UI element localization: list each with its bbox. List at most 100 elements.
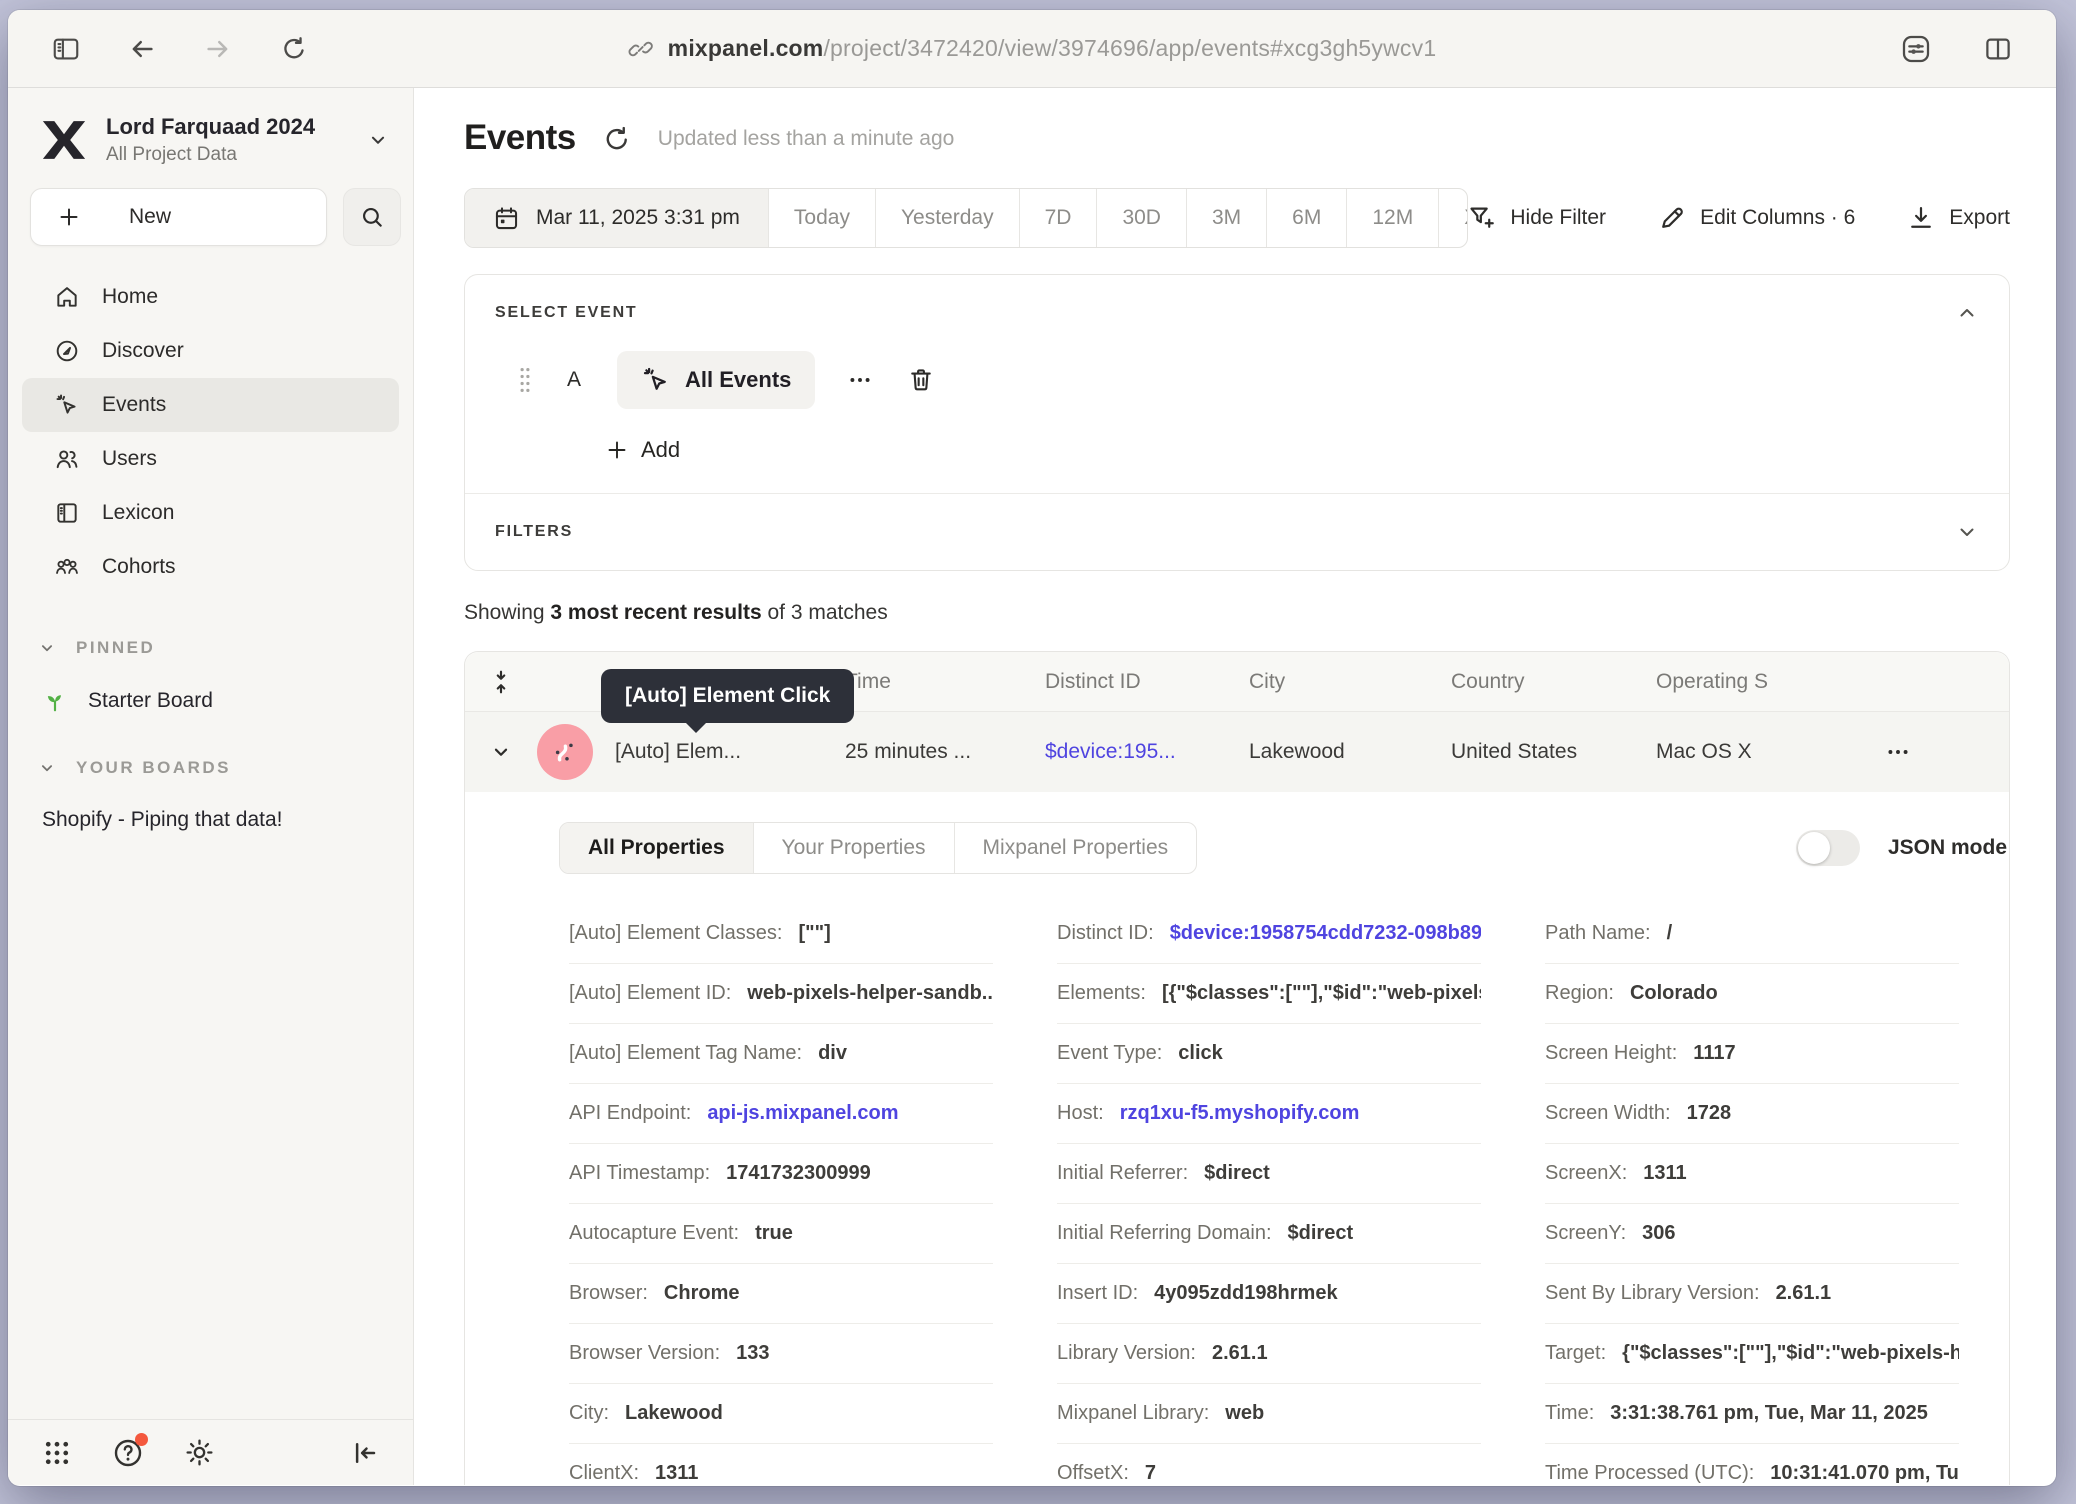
property-value: 1311 <box>1643 1162 1686 1185</box>
new-button[interactable]: New <box>30 188 327 246</box>
apps-grid-icon[interactable] <box>42 1438 72 1468</box>
drag-handle-icon[interactable] <box>517 365 533 395</box>
row-menu-icon[interactable] <box>1885 739 2009 765</box>
column-header-city[interactable]: City <box>1249 670 1451 694</box>
pinned-section-header[interactable]: PINNED <box>38 638 399 658</box>
clause-letter: A <box>567 368 581 392</box>
settings-gear-icon[interactable] <box>184 1437 215 1468</box>
edit-columns-button[interactable]: Edit Columns · 6 <box>1658 204 1855 232</box>
property-row: Time Processed (UTC):10:31:41.070 pm, Tu… <box>1545 1444 1959 1485</box>
board-item[interactable]: Shopify - Piping that data! <box>42 808 399 832</box>
property-label: [Auto] Element Classes: <box>569 922 782 945</box>
property-value-link[interactable]: api-js.mixpanel.com <box>707 1102 898 1125</box>
event-tooltip: [Auto] Element Click <box>601 669 854 723</box>
chevron-down-icon[interactable] <box>490 741 512 763</box>
sidebar-item-home[interactable]: Home <box>22 270 399 324</box>
filters-header: FILTERS <box>495 523 573 541</box>
tab-all-properties[interactable]: All Properties <box>560 823 753 873</box>
sidebar-item-label: Home <box>102 285 158 309</box>
reload-button[interactable] <box>272 27 316 71</box>
sidebar-item-users[interactable]: Users <box>22 432 399 486</box>
range-label: 30D <box>1122 206 1161 230</box>
browser-sidebar-toggle-icon[interactable] <box>44 27 88 71</box>
more-options-icon[interactable] <box>847 367 873 393</box>
sidebar-item-events[interactable]: Events <box>22 378 399 432</box>
property-value: Chrome <box>664 1282 740 1305</box>
help-icon[interactable] <box>112 1437 144 1469</box>
sidebar-item-discover[interactable]: Discover <box>22 324 399 378</box>
refresh-icon[interactable] <box>602 124 632 154</box>
column-header-country[interactable]: Country <box>1451 670 1656 694</box>
range-6m[interactable]: 6M <box>1266 189 1346 247</box>
sidebar-item-label: Cohorts <box>102 555 176 579</box>
column-header-time[interactable]: Time <box>845 670 1045 694</box>
reader-settings-icon[interactable] <box>1894 27 1938 71</box>
date-picker-button[interactable]: Mar 11, 2025 3:31 pm <box>465 189 768 247</box>
property-row: Elements:[{"$classes":[""],"$id":"web-pi… <box>1057 964 1481 1024</box>
range-12m[interactable]: 12M <box>1346 189 1438 247</box>
property-row: Autocapture Event:true <box>569 1204 993 1264</box>
export-button[interactable]: Export <box>1907 204 2010 232</box>
property-label: Initial Referrer: <box>1057 1162 1188 1185</box>
event-time: 25 minutes ... <box>845 740 1045 764</box>
range-30d[interactable]: 30D <box>1096 189 1186 247</box>
property-row: [Auto] Element ID:web-pixels-helper-sand… <box>569 964 993 1024</box>
export-label: Export <box>1949 206 2010 230</box>
collapse-rows-icon[interactable] <box>488 669 514 695</box>
column-header-operating-s[interactable]: Operating S <box>1656 670 1885 694</box>
add-label: Add <box>641 437 680 463</box>
pinned-label: PINNED <box>76 638 155 658</box>
property-row: Browser Version:133 <box>569 1324 993 1384</box>
select-event-header: SELECT EVENT <box>495 304 638 322</box>
trash-icon[interactable] <box>907 366 935 394</box>
event-details-panel: All PropertiesYour PropertiesMixpanel Pr… <box>465 792 2009 1485</box>
event-city: Lakewood <box>1249 740 1451 764</box>
property-row: Sent By Library Version:2.61.1 <box>1545 1264 1959 1324</box>
range-label: 12M <box>1372 206 1413 230</box>
json-mode-toggle[interactable] <box>1796 830 1860 866</box>
property-value-link[interactable]: rzq1xu-f5.myshopify.com <box>1120 1102 1360 1125</box>
property-row: Mixpanel Library:web <box>1057 1384 1481 1444</box>
property-row: OffsetX:7 <box>1057 1444 1481 1485</box>
split-view-icon[interactable] <box>1976 27 2020 71</box>
range-yesterday[interactable]: Yesterday <box>875 189 1019 247</box>
property-value: {"$classes":[""],"$id":"web-pixels-hel..… <box>1622 1342 1959 1365</box>
events-icon <box>54 392 80 418</box>
event-selector-chip[interactable]: All Events <box>617 351 815 409</box>
json-mode-label: JSON mode <box>1888 836 2007 860</box>
collapse-sidebar-icon[interactable] <box>349 1438 379 1468</box>
date-picker-label: Mar 11, 2025 3:31 pm <box>536 206 740 230</box>
property-value: $direct <box>1204 1162 1270 1185</box>
range-xtd[interactable]: XTD <box>1438 189 1468 247</box>
pencil-icon <box>1658 204 1686 232</box>
range-3m[interactable]: 3M <box>1186 189 1266 247</box>
workspace-switcher[interactable]: Lord Farquaad 2024 All Project Data <box>8 114 413 166</box>
property-label: Time: <box>1545 1402 1594 1425</box>
distinct-id-link[interactable]: $device:195... <box>1045 740 1176 763</box>
property-row: Target:{"$classes":[""],"$id":"web-pixel… <box>1545 1324 1959 1384</box>
properties-column: Distinct ID:$device:1958754cdd7232-098b8… <box>1057 904 1481 1485</box>
range-today[interactable]: Today <box>768 189 875 247</box>
property-value: click <box>1178 1042 1222 1065</box>
add-event-button[interactable]: Add <box>605 437 1979 463</box>
chevron-up-icon[interactable] <box>1955 301 1979 325</box>
range-7d[interactable]: 7D <box>1019 189 1097 247</box>
workspace-name: Lord Farquaad 2024 <box>106 114 347 140</box>
sidebar-item-cohorts[interactable]: Cohorts <box>22 540 399 594</box>
sidebar-item-lexicon[interactable]: Lexicon <box>22 486 399 540</box>
query-builder-card: SELECT EVENT A All Events <box>464 274 2010 571</box>
address-bar[interactable]: mixpanel.com/project/3472420/view/397469… <box>628 10 1437 87</box>
back-button[interactable] <box>120 27 164 71</box>
tab-mixpanel-properties[interactable]: Mixpanel Properties <box>954 823 1197 873</box>
property-value-link[interactable]: $device:1958754cdd7232-098b89... <box>1170 922 1481 945</box>
search-button[interactable] <box>343 188 401 246</box>
tab-your-properties[interactable]: Your Properties <box>753 823 954 873</box>
forward-button[interactable] <box>196 27 240 71</box>
hide-filter-button[interactable]: Hide Filter <box>1468 204 1606 232</box>
filters-section[interactable]: FILTERS <box>465 494 2009 570</box>
board-item[interactable]: Starter Board <box>42 688 399 714</box>
range-label: Yesterday <box>901 206 994 230</box>
property-value: 10:31:41.070 pm, Tue, ... <box>1770 1462 1959 1485</box>
your-boards-section-header[interactable]: YOUR BOARDS <box>38 758 399 778</box>
column-header-distinct-id[interactable]: Distinct ID <box>1045 670 1249 694</box>
